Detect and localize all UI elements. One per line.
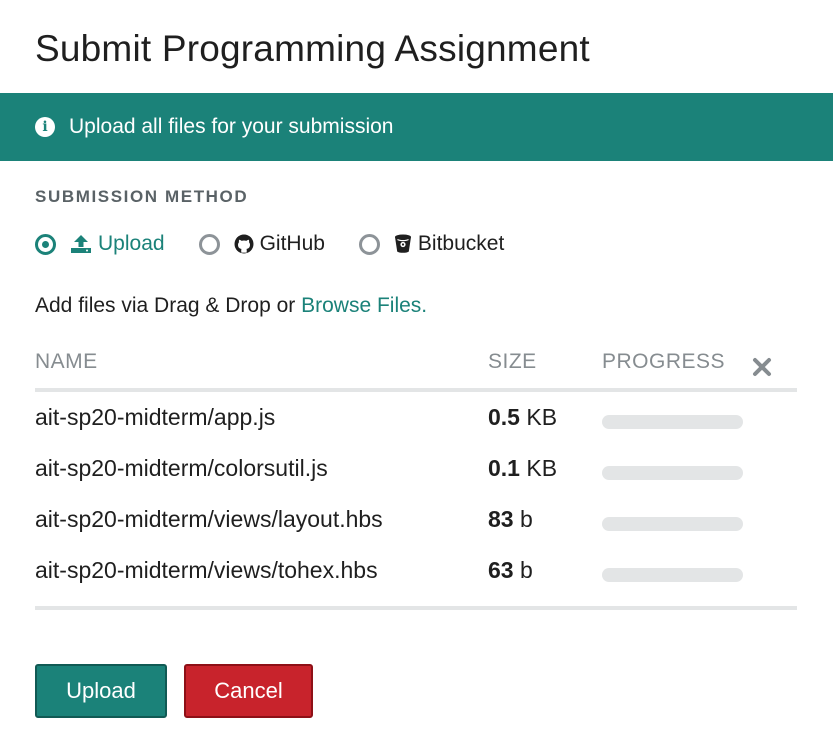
upload-icon	[70, 234, 92, 254]
header-name: NAME	[35, 350, 98, 373]
banner-text: Upload all files for your submission	[69, 115, 394, 138]
method-bitbucket-label: Bitbucket	[417, 232, 505, 255]
browse-files-link[interactable]: Browse Files.	[301, 294, 427, 317]
method-github[interactable]: GitHub	[198, 232, 325, 256]
progress-bar	[602, 568, 743, 582]
file-name: ait-sp20-midterm/colorsutil.js	[35, 455, 328, 481]
header-progress: PROGRESS	[602, 350, 726, 373]
submission-method-options: Upload GitHub Bitbucket	[35, 228, 538, 260]
file-size-value: 0.1	[488, 455, 520, 481]
cancel-button[interactable]: Cancel	[184, 664, 313, 718]
close-icon[interactable]	[751, 356, 773, 378]
method-github-label: GitHub	[259, 232, 325, 255]
file-table: NAME SIZE PROGRESS ait-sp20-midterm/app.…	[35, 348, 797, 610]
file-size-unit: KB	[526, 455, 558, 481]
file-size: 0.1 KB	[488, 455, 557, 482]
file-size-value: 83	[488, 506, 514, 532]
file-size: 83 b	[488, 506, 533, 533]
file-size-unit: b	[519, 506, 533, 532]
progress-bar	[602, 415, 743, 429]
info-banner: i Upload all files for your submission	[0, 93, 833, 161]
table-row: ait-sp20-midterm/app.js 0.5 KB	[35, 392, 797, 443]
file-size-value: 63	[488, 557, 514, 583]
file-size: 0.5 KB	[488, 404, 557, 431]
file-size-value: 0.5	[488, 404, 520, 430]
file-size-unit: b	[519, 557, 533, 583]
table-footer-divider	[35, 606, 797, 610]
file-size-unit: KB	[526, 404, 558, 430]
dialog-title: Submit Programming Assignment	[35, 28, 590, 69]
method-bitbucket[interactable]: Bitbucket	[358, 232, 505, 256]
radio-upload[interactable]	[35, 233, 56, 255]
file-name: ait-sp20-midterm/views/layout.hbs	[35, 506, 383, 532]
method-upload[interactable]: Upload	[35, 232, 165, 256]
progress-bar	[602, 517, 743, 531]
progress-bar	[602, 466, 743, 480]
header-size: SIZE	[488, 350, 537, 373]
upload-button[interactable]: Upload	[35, 664, 167, 718]
radio-bitbucket[interactable]	[358, 233, 380, 255]
table-header: NAME SIZE PROGRESS	[35, 348, 797, 392]
file-name: ait-sp20-midterm/views/tohex.hbs	[35, 557, 378, 583]
submission-method-label: SUBMISSION METHOD	[35, 187, 249, 206]
file-size: 63 b	[488, 557, 533, 584]
method-upload-label: Upload	[98, 232, 165, 255]
info-icon: i	[35, 117, 55, 137]
table-row: ait-sp20-midterm/views/tohex.hbs 63 b	[35, 545, 797, 596]
file-name: ait-sp20-midterm/app.js	[35, 404, 276, 430]
add-files-instructions: Add files via Drag & Drop or Browse File…	[35, 294, 427, 318]
table-row: ait-sp20-midterm/views/layout.hbs 83 b	[35, 494, 797, 545]
radio-github[interactable]	[198, 233, 220, 255]
bitbucket-icon	[394, 234, 412, 254]
table-row: ait-sp20-midterm/colorsutil.js 0.1 KB	[35, 443, 797, 494]
add-files-text: Add files via Drag & Drop or	[35, 294, 302, 317]
github-icon	[234, 234, 254, 254]
